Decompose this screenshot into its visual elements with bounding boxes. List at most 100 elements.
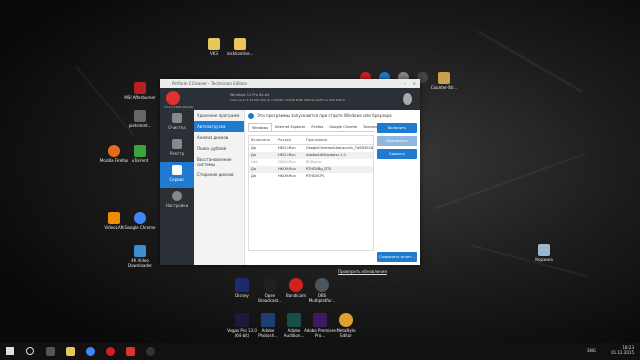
enable-button[interactable]: Включить	[377, 123, 417, 133]
subnav-disk-analyzer[interactable]: Анализ дисков	[194, 132, 244, 143]
obs-icon	[263, 278, 277, 292]
utorrent-icon	[134, 145, 146, 157]
photoshop-icon	[261, 313, 275, 327]
chrome-icon	[134, 212, 146, 224]
main-nav: Очистка Реестр Сервис Настройки	[160, 110, 194, 265]
info-icon	[248, 113, 254, 119]
tools-subnav: Удаление программ Автозагрузка Анализ ди…	[194, 110, 245, 265]
close-button[interactable]: ×	[413, 79, 416, 88]
ccleaner-taskbar-icon[interactable]	[126, 347, 135, 356]
table-row[interactable]: Да HKLM:Run RTHDVBg_DTS	[249, 166, 373, 173]
disable-button[interactable]: Выключить	[377, 136, 417, 146]
desktop-icon[interactable]: pietsmiet...	[124, 110, 156, 128]
opera-icon[interactable]	[106, 347, 115, 356]
desktop-icon[interactable]: 4K Video Downloader	[124, 245, 156, 268]
premiere-icon	[313, 313, 327, 327]
subnav-uninstall[interactable]: Удаление программ	[194, 110, 244, 121]
wallpaper-shard	[434, 152, 586, 210]
tab-chrome[interactable]: Google Chrome	[326, 123, 360, 131]
wallpaper-shard	[477, 30, 583, 93]
tab-windows[interactable]: Windows	[248, 123, 273, 131]
subnav-startup[interactable]: Автозагрузка	[194, 121, 244, 132]
subnav-duplicate-finder[interactable]: Поиск дублей	[194, 143, 244, 154]
tab-firefox[interactable]: Firefox	[308, 123, 326, 131]
folder-icon	[234, 38, 246, 50]
cell-program: BCDLpro	[306, 160, 322, 164]
gear-icon	[172, 191, 182, 201]
table-header: Включено Раздел Программа	[249, 136, 373, 145]
app-icon	[134, 110, 146, 122]
save-report-button[interactable]: Сохранить отчет...	[377, 252, 417, 262]
cell-enabled: Да	[251, 167, 256, 171]
language-indicator[interactable]: ENG	[587, 348, 596, 353]
startup-panel: Эти программы запускаются при старте Win…	[245, 110, 420, 265]
nav-cleaner[interactable]: Очистка	[160, 110, 194, 136]
delete-button[interactable]: Удалить	[377, 149, 417, 159]
window-titlebar[interactable]: Piriform CCleaner - Technician Edition –…	[160, 79, 420, 88]
broom-icon	[172, 113, 182, 123]
desktop-icon[interactable]: MSI Afterburner	[124, 82, 156, 100]
cell-program: RTHDVBg_DTS	[306, 167, 332, 171]
nav-tools[interactable]: Сервис	[160, 162, 194, 188]
cell-enabled: Да	[251, 153, 256, 157]
disney-icon	[235, 278, 249, 292]
cell-program: RTHDVCPL	[306, 174, 325, 178]
msi-afterburner-icon	[134, 82, 146, 94]
folder-icon	[208, 38, 220, 50]
dock-icon[interactable]: MetaByte Editor	[330, 313, 362, 338]
check-updates-link[interactable]: Проверить обновления	[338, 269, 387, 274]
nav-registry[interactable]: Реестр	[160, 136, 194, 162]
subnav-drive-wiper[interactable]: Стирание дисков	[194, 169, 244, 180]
cell-enabled: Да	[251, 146, 256, 150]
start-button-icon[interactable]	[6, 347, 14, 355]
header-enabled[interactable]: Включено	[249, 136, 278, 144]
desktop-icon[interactable]: Корзина	[528, 244, 560, 262]
subnav-system-restore[interactable]: Восстановление системы	[194, 154, 244, 169]
dock-icon[interactable]: OBS Multiplatfor...	[306, 278, 338, 303]
search-icon[interactable]	[26, 347, 34, 355]
table-row[interactable]: Да HKCU:Run AdobeAAMUpdater-1.0	[249, 152, 373, 159]
clock[interactable]: 18:23 01.12.2015	[604, 345, 634, 355]
vegas-icon	[235, 313, 249, 327]
cell-enabled: Нет	[251, 160, 258, 164]
table-row[interactable]: Да HKLM:Run RTHDVCPL	[249, 173, 373, 180]
clock-date: 01.12.2015	[611, 350, 634, 355]
wrench-icon	[172, 165, 182, 175]
taskbar: ENG 18:23 01.12.2015	[0, 343, 640, 360]
video-downloader-icon	[134, 245, 146, 257]
recycle-bin-icon	[538, 244, 550, 256]
desktop-icon[interactable]: Google Chrome	[124, 212, 156, 230]
obs-multiplatform-icon	[315, 278, 329, 292]
version-label: v5.11.5408 (64-bit)	[164, 105, 194, 109]
desktop-icon[interactable]: Counter-Str...	[428, 72, 460, 90]
minimize-button[interactable]: –	[404, 79, 406, 88]
steam-icon[interactable]	[146, 347, 155, 356]
cell-section: HKCU:Run	[278, 153, 296, 157]
audition-icon	[287, 313, 301, 327]
app-header: v5.11.5408 (64-bit) Windows 10 Pro 64-bi…	[160, 88, 420, 110]
chrome-taskbar-icon[interactable]	[86, 347, 95, 356]
desktop-icon[interactable]: uTorrent	[124, 145, 156, 163]
firefox-icon	[108, 145, 120, 157]
sysinfo-os: Windows 10 Pro 64-bit	[230, 93, 270, 97]
registry-icon	[172, 139, 182, 149]
cell-program: AdobeAAMUpdater-1.0	[306, 153, 346, 157]
tab-ie[interactable]: Internet Explorer	[272, 123, 308, 131]
table-row[interactable]: Нет HKCU:Run BCDLpro	[249, 159, 373, 166]
desktop-icon[interactable]: rocklionline...	[224, 38, 256, 56]
drop-icon	[403, 93, 412, 105]
file-explorer-icon[interactable]	[66, 347, 75, 356]
cell-section: HKCU:Run	[278, 146, 296, 150]
info-text: Эти программы запускаются при старте Win…	[257, 113, 392, 118]
nav-options[interactable]: Настройки	[160, 188, 194, 214]
table-row[interactable]: Да HKCU:Run GoogleChromeAutoLaunch_7A9D3EC…	[249, 145, 373, 152]
startup-tabs: Windows Internet Explorer Firefox Google…	[248, 123, 377, 132]
cell-section: HKCU:Run	[278, 160, 296, 164]
metabyte-icon	[339, 313, 353, 327]
header-section[interactable]: Раздел	[278, 136, 306, 144]
task-view-icon[interactable]	[46, 347, 55, 356]
cell-program: GoogleChromeAutoLaunch_7A9D3EC8EA985	[306, 146, 373, 150]
cell-section: HKLM:Run	[278, 174, 296, 178]
bandicam-icon	[289, 278, 303, 292]
header-program[interactable]: Программа	[306, 136, 373, 144]
